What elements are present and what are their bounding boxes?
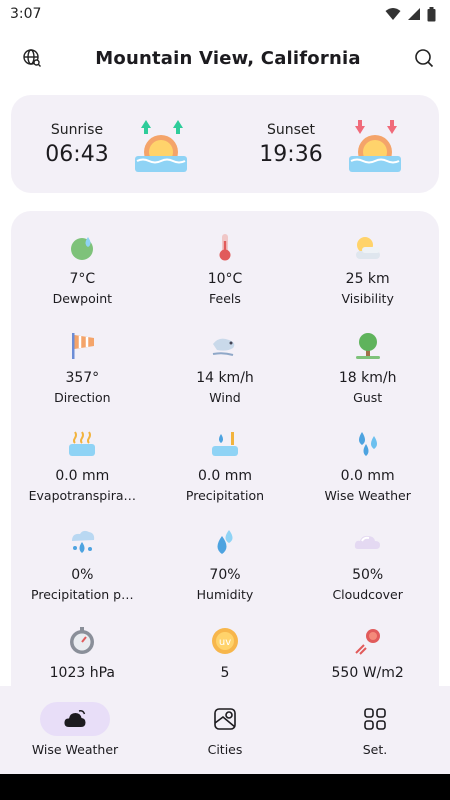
dewpoint-icon [71,237,94,260]
metric-value: 18 km/h [338,369,397,386]
evapotranspiration-icon [69,431,96,456]
metric-value: 550 W/m2 [331,665,404,681]
metric-value: 1023 hPa [49,665,115,681]
metrics-grid: 7°C Dewpoint 10°C Feels 25 km Visibility 357° D… [11,211,439,724]
status-time: 3:07 [10,6,42,22]
metric-precipitation: 0.0 mm Precipitation [154,428,297,527]
nav-wise-weather[interactable]: Wise Weather [0,686,150,774]
sunrise-icon [134,120,187,172]
metric-value: 25 km [345,271,390,287]
metrics-card: 7°C Dewpoint 10°C Feels 25 km Visibility 357° D… [11,211,439,731]
metric-value: 0.0 mm [55,468,110,484]
metric-label: Visibility [341,291,394,306]
wind-direction-icon [72,332,95,359]
metric-value: 0.0 mm [197,468,252,484]
metric-label: Precipitation p… [31,586,134,602]
nav-settings[interactable]: Set. [300,686,450,774]
battery-icon [427,6,436,21]
nav-label-settings: Set. [362,742,388,757]
raindrops-icon [358,432,377,456]
precipitation-icon [211,432,238,456]
cloudcover-icon [354,535,380,549]
metric-value: 10°C [207,271,243,287]
search-button[interactable] [412,46,436,70]
metric-value: 14 km/h [196,369,254,386]
search-icon [415,49,434,68]
metric-value: 7°C [69,271,96,287]
nav-cities[interactable]: Cities [150,686,300,774]
metric-label: Wind [209,389,241,405]
metric-label: Direction [54,389,111,405]
sunrise-block: Sunrise 06:43 [11,114,225,174]
weather-icon [64,710,86,727]
radiation-icon [354,629,380,655]
map-icon [214,708,236,730]
wifi-icon [385,8,401,20]
metric-label: Feels [209,291,241,306]
sunset-icon [348,120,401,172]
metric-label: Cloudcover [332,586,403,602]
svg-text:uv: uv [219,637,231,648]
metric-evapotranspira: 0.0 mm Evapotranspira… [11,428,154,527]
metric-wise-weather: 0.0 mm Wise Weather [296,428,439,527]
metric-value: 70% [209,566,241,583]
metric-gust: 18 km/h Gust [296,330,439,429]
status-bar: 3:07 [0,0,450,28]
nav-active-indicator [40,702,110,736]
metric-value: 5 [220,665,230,681]
metric-label: Wise Weather [324,488,411,503]
humidity-icon [217,529,233,554]
metric-feels: 10°C Feels [154,231,297,330]
sunset-time: 19:36 [259,141,323,167]
metric-dewpoint: 7°C Dewpoint [11,231,154,330]
uv-index-icon: uv [211,628,238,654]
sunset-block: Sunset 19:36 [225,114,439,174]
sunrise-time: 06:43 [45,141,109,167]
signal-icon [408,8,420,20]
metric-label: Evapotranspira… [28,488,137,503]
precipitation-probability-icon [72,530,95,553]
globe-search-icon [23,49,41,67]
page-title: Mountain View, California [95,47,361,69]
globe-search-button[interactable] [20,46,44,70]
pressure-icon [70,627,95,654]
nav-label-cities: Cities [207,742,243,757]
metric-label: Gust [353,389,383,405]
sun-times-card: Sunrise 06:43 Sunset 19:36 [11,95,439,193]
metric-label: Precipitation [185,488,265,503]
metric-value: 0% [71,566,94,583]
metric-wind: 14 km/h Wind [154,330,297,429]
metric-direction: 357° Direction [11,330,154,429]
sunrise-label: Sunrise [50,121,104,138]
sunset-label: Sunset [266,121,316,138]
metric-precipitation-p: 0% Precipitation p… [11,527,154,626]
status-icons [385,6,436,22]
metric-label: Humidity [196,586,254,602]
metric-visibility: 25 km Visibility [296,231,439,330]
gust-icon [355,332,380,359]
system-navigation-bar [0,774,450,800]
metric-value: 357° [65,369,100,386]
metric-label: Dewpoint [52,291,113,306]
metric-value: 50% [352,566,384,583]
metric-humidity: 70% Humidity [154,527,297,626]
nav-label-wise-weather: Wise Weather [31,742,119,757]
thermometer-icon [219,234,231,261]
app-header: Mountain View, California [0,36,450,80]
grid-icon [364,708,386,730]
bottom-navigation: Wise Weather Cities Set. [0,686,450,774]
visibility-icon [355,237,380,259]
wind-icon [212,338,235,356]
metric-cloudcover: 50% Cloudcover [296,527,439,626]
metric-value: 0.0 mm [340,468,395,484]
